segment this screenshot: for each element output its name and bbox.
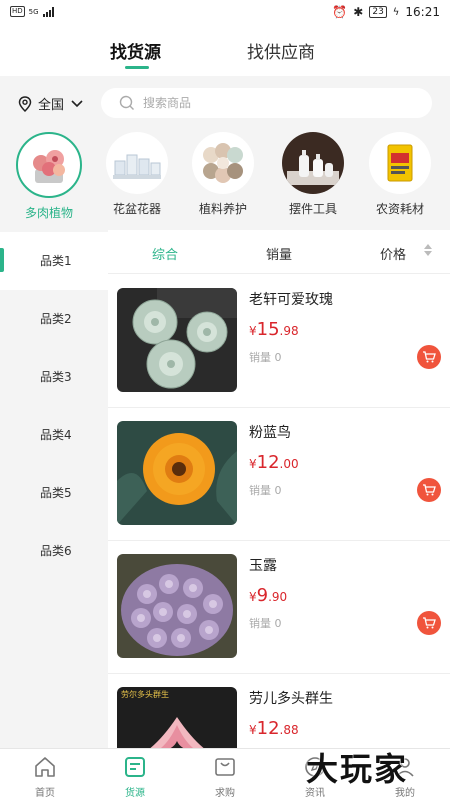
product-image (117, 288, 237, 392)
product-list: 老轩可爱玫瑰 ¥15.98 销量 0 粉蓝鸟 ¥12.00 销量 0 玉露 ¥9… (108, 275, 450, 748)
category-label: 花盆花器 (112, 202, 161, 216)
product-card[interactable]: 劳尔多头群生 劳儿多头群生 ¥12.88 (108, 674, 450, 748)
product-image: 劳尔多头群生 (117, 687, 237, 748)
price-decimal: .00 (279, 457, 299, 471)
price-decimal: .90 (268, 590, 288, 604)
charging-icon: ϟ (392, 6, 400, 18)
price-integer: 12 (256, 452, 280, 473)
sidebar-item-category-5[interactable]: 品类5 (0, 464, 108, 522)
product-card[interactable]: 玉露 ¥9.90 销量 0 (108, 541, 450, 674)
product-card[interactable]: 老轩可爱玫瑰 ¥15.98 销量 0 (108, 275, 450, 408)
tool-icon (282, 132, 344, 194)
price-currency: ¥ (249, 590, 257, 604)
price-integer: 12 (256, 718, 280, 739)
price-integer: 15 (256, 319, 280, 340)
price-decimal: .98 (279, 324, 299, 338)
top-tabs: 找货源 找供应商 (0, 26, 450, 76)
location-label: 全国 (38, 98, 65, 113)
add-to-cart-button[interactable] (417, 478, 441, 502)
product-image-caption: 劳尔多头群生 (121, 690, 169, 699)
category-succulents[interactable]: 多肉植物 (9, 132, 89, 221)
sort-arrows-icon[interactable] (424, 244, 432, 256)
alarm-icon: ⏰ (332, 5, 348, 19)
price-integer: 9 (256, 585, 269, 606)
category-flowerpots[interactable]: 花盆花器 (97, 132, 177, 217)
sidebar-item-category-2[interactable]: 品类2 (0, 290, 108, 348)
product-sales: 销量 0 (249, 484, 282, 497)
watermark: 大玩家 (306, 750, 409, 788)
product-price: ¥12.00 (249, 452, 299, 473)
nav-label: 货源 (125, 788, 145, 799)
price-decimal: .88 (279, 723, 299, 737)
battery-icon: 23 (369, 6, 387, 18)
category-label: 摆件工具 (288, 202, 337, 216)
price-currency: ¥ (249, 324, 257, 338)
search-box[interactable] (101, 88, 432, 118)
tab-find-goods[interactable]: 找货源 (110, 38, 161, 63)
network-type: 5G (28, 7, 39, 16)
product-image (117, 554, 237, 658)
tab-find-suppliers[interactable]: 找供应商 (247, 38, 315, 63)
location-pin-icon (18, 95, 32, 112)
nav-goods[interactable]: 货源 (105, 755, 165, 799)
category-label: 农资耗材 (375, 202, 424, 216)
category-tools[interactable]: 摆件工具 (273, 132, 353, 217)
category-sidebar: 品类1 品类2 品类3 品类4 品类5 品类6 (0, 230, 108, 748)
sidebar-item-category-6[interactable]: 品类6 (0, 522, 108, 580)
status-bar: HD 5G ⏰ ✱ 23 ϟ 16:21 (0, 0, 450, 26)
product-price: ¥9.90 (249, 585, 287, 606)
nav-home[interactable]: 首页 (15, 755, 75, 799)
nav-purchase[interactable]: 求购 (195, 755, 255, 799)
product-card[interactable]: 粉蓝鸟 ¥12.00 销量 0 (108, 408, 450, 541)
sort-sales[interactable]: 销量 (266, 244, 292, 263)
shopping-bag-icon (215, 758, 235, 776)
soil-icon (192, 132, 254, 194)
cart-icon (423, 617, 436, 629)
sort-overall[interactable]: 综合 (152, 244, 178, 263)
sort-bar: 综合 销量 价格 (108, 230, 450, 274)
price-currency: ¥ (249, 457, 257, 471)
nav-label: 首页 (35, 788, 55, 799)
nav-label: 求购 (215, 788, 235, 799)
cart-icon (423, 351, 436, 363)
sidebar-item-category-4[interactable]: 品类4 (0, 406, 108, 464)
search-icon (119, 95, 134, 110)
hd-badge: HD (10, 6, 25, 17)
category-label: 植料养护 (198, 202, 247, 216)
category-soil-care[interactable]: 植料养护 (183, 132, 263, 217)
location-selector[interactable]: 全国 (18, 94, 84, 113)
product-price: ¥12.88 (249, 718, 299, 739)
home-icon (35, 757, 55, 777)
price-currency: ¥ (249, 723, 257, 737)
signal-icon (42, 6, 54, 17)
flowerpot-icon (106, 132, 168, 194)
sidebar-item-category-3[interactable]: 品类3 (0, 348, 108, 406)
succulent-icon (16, 132, 82, 198)
add-to-cart-button[interactable] (417, 611, 441, 635)
tab-underline (125, 66, 149, 69)
product-name: 粉蓝鸟 (249, 425, 291, 441)
bluetooth-icon: ✱ (353, 5, 364, 19)
product-image (117, 421, 237, 525)
product-name: 玉露 (249, 558, 277, 574)
clock: 16:21 (405, 5, 440, 19)
sidebar-item-category-1[interactable]: 品类1 (0, 232, 108, 290)
goods-icon (125, 757, 145, 777)
header-area: 全国 多肉植物 (0, 76, 450, 230)
cart-icon (423, 484, 436, 496)
product-name: 老轩可爱玫瑰 (249, 292, 333, 308)
search-input[interactable] (143, 96, 403, 110)
category-label: 多肉植物 (24, 206, 73, 220)
product-price: ¥15.98 (249, 319, 299, 340)
product-name: 劳儿多头群生 (249, 691, 333, 707)
category-row: 多肉植物 花盆花器 植料养护 摆件工具 农资耗材 (0, 132, 450, 222)
product-sales: 销量 0 (249, 617, 282, 630)
product-sales: 销量 0 (249, 351, 282, 364)
sort-price[interactable]: 价格 (380, 244, 406, 263)
category-fertilizer[interactable]: 农资耗材 (360, 132, 440, 217)
chevron-down-icon (71, 99, 83, 107)
add-to-cart-button[interactable] (417, 345, 441, 369)
fertilizer-icon (369, 132, 431, 194)
